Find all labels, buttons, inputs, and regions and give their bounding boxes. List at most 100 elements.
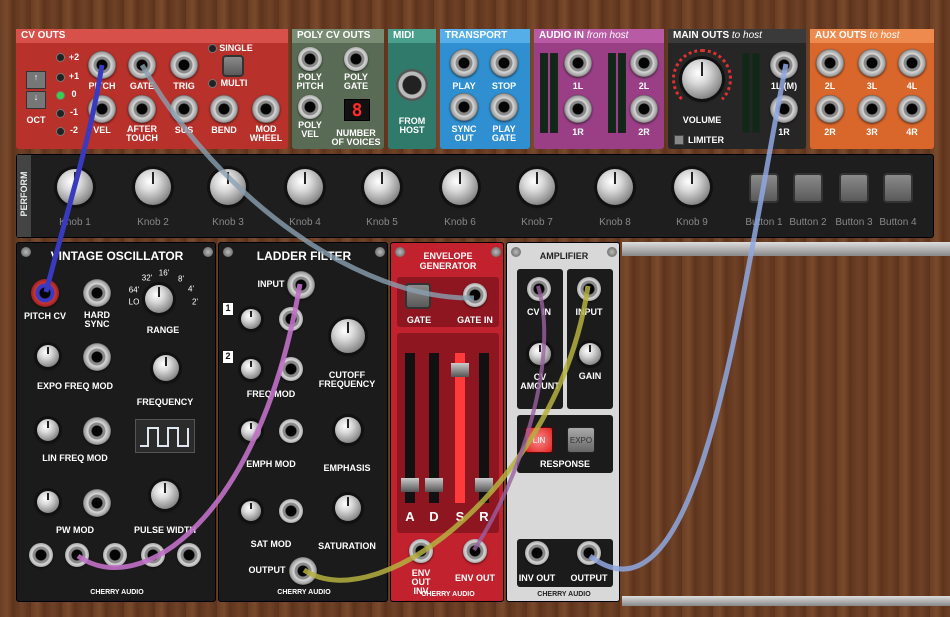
oct-down-button[interactable]: ↓	[26, 91, 46, 109]
cv-amount-knob[interactable]	[529, 343, 551, 365]
triangle-out-jack[interactable]	[177, 543, 201, 567]
perform-knob-3[interactable]	[210, 169, 246, 205]
audio-in-2l-jack[interactable]	[630, 49, 658, 77]
sync-out-jack[interactable]	[450, 93, 478, 121]
aux-3l-jack[interactable]	[858, 49, 886, 77]
perform-knob-4[interactable]	[287, 169, 323, 205]
perform-knob-1[interactable]	[57, 169, 93, 205]
sustain-slider[interactable]	[451, 353, 469, 503]
perform-knob-7[interactable]	[519, 169, 555, 205]
transport-title: TRANSPORT	[440, 29, 530, 43]
perform-knob-6[interactable]	[442, 169, 478, 205]
oct-radio-minus1[interactable]	[56, 109, 65, 118]
filter-output-jack[interactable]	[289, 557, 317, 585]
oct-radio-plus1[interactable]	[56, 73, 65, 82]
main-1r-jack[interactable]	[770, 95, 798, 123]
perform-knob-8[interactable]	[597, 169, 633, 205]
release-slider[interactable]	[475, 353, 493, 503]
single-radio[interactable]	[208, 44, 217, 53]
perform-knob-5[interactable]	[364, 169, 400, 205]
poly-vel-jack[interactable]	[298, 95, 322, 119]
oct-radio-minus2[interactable]	[56, 127, 65, 136]
pitch-cv-jack[interactable]	[31, 279, 59, 307]
trig-jack[interactable]	[170, 51, 198, 79]
pitch-jack[interactable]	[88, 51, 116, 79]
poly-gate-jack[interactable]	[344, 47, 368, 71]
perform-button-3[interactable]	[839, 173, 869, 203]
expo-freq-mod-knob[interactable]	[37, 345, 59, 367]
main-1l-jack[interactable]	[770, 51, 798, 79]
gate-button[interactable]	[405, 283, 431, 309]
poly-pitch-jack[interactable]	[298, 47, 322, 71]
pulse-out-jack[interactable]	[103, 543, 127, 567]
decay-slider[interactable]	[425, 353, 443, 503]
amp-input-jack[interactable]	[577, 277, 601, 301]
lin-freq-mod-jack[interactable]	[83, 417, 111, 445]
aux-4r-jack[interactable]	[898, 95, 926, 123]
gate-in-jack[interactable]	[463, 283, 487, 307]
gate-jack[interactable]	[128, 51, 156, 79]
decay-label: D	[429, 509, 439, 524]
filter-input-jack[interactable]	[287, 271, 315, 299]
multi-radio[interactable]	[208, 79, 217, 88]
aux-3r-jack[interactable]	[858, 95, 886, 123]
oct-radio-0[interactable]	[56, 91, 65, 100]
vel-jack[interactable]	[88, 95, 116, 123]
aux-4l-jack[interactable]	[898, 49, 926, 77]
bend-jack[interactable]	[210, 95, 238, 123]
range-knob[interactable]	[145, 285, 173, 313]
pulse-width-knob[interactable]	[151, 481, 179, 509]
modwheel-jack[interactable]	[252, 95, 280, 123]
ramp-out-jack[interactable]	[65, 543, 89, 567]
aux-2l-jack[interactable]	[816, 49, 844, 77]
sat-mod-knob[interactable]	[241, 501, 261, 521]
cv-in-jack[interactable]	[527, 277, 551, 301]
env-out-jack[interactable]	[463, 539, 487, 563]
hard-sync-jack[interactable]	[83, 279, 111, 307]
perform-button-2[interactable]	[793, 173, 823, 203]
sus-jack[interactable]	[170, 95, 198, 123]
cutoff-knob[interactable]	[331, 319, 365, 353]
perform-button-4[interactable]	[883, 173, 913, 203]
inv-out-jack[interactable]	[525, 541, 549, 565]
oct-radio-plus2[interactable]	[56, 53, 65, 62]
stop-jack[interactable]	[490, 49, 518, 77]
perform-knob-2[interactable]	[135, 169, 171, 205]
oct-up-button[interactable]: ↑	[26, 71, 46, 89]
aux-2r-jack[interactable]	[816, 95, 844, 123]
expo-freq-mod-jack[interactable]	[83, 343, 111, 371]
sat-mod-jack[interactable]	[279, 499, 303, 523]
freq-mod-2-jack[interactable]	[279, 357, 303, 381]
aftertouch-jack[interactable]	[128, 95, 156, 123]
perform-knob-9[interactable]	[674, 169, 710, 205]
emphasis-knob[interactable]	[335, 417, 361, 443]
perform-button-1[interactable]	[749, 173, 779, 203]
lin-button[interactable]: LIN	[525, 427, 553, 453]
sine-out-jack[interactable]	[141, 543, 165, 567]
single-multi-button[interactable]	[222, 55, 244, 77]
screw	[21, 247, 31, 257]
gain-knob[interactable]	[579, 343, 601, 365]
audio-in-1l-jack[interactable]	[564, 49, 592, 77]
audio-in-1r-jack[interactable]	[564, 95, 592, 123]
expo-button[interactable]: EXPO	[567, 427, 595, 453]
play-jack[interactable]	[450, 49, 478, 77]
amp-output-jack[interactable]	[577, 541, 601, 565]
pw-mod-knob[interactable]	[37, 491, 59, 513]
audio-in-2r-jack[interactable]	[630, 95, 658, 123]
attack-slider[interactable]	[401, 353, 419, 503]
emph-mod-knob[interactable]	[241, 421, 261, 441]
freq-mod-1-knob[interactable]	[241, 309, 261, 329]
emph-mod-jack[interactable]	[279, 419, 303, 443]
env-out-inv-jack[interactable]	[409, 539, 433, 563]
freq-mod-1-jack[interactable]	[279, 307, 303, 331]
frequency-knob[interactable]	[153, 355, 179, 381]
saturation-knob[interactable]	[335, 495, 361, 521]
freq-mod-2-knob[interactable]	[241, 359, 261, 379]
voices-display[interactable]: 8	[344, 99, 370, 121]
pw-mod-jack[interactable]	[83, 489, 111, 517]
limiter-checkbox[interactable]	[674, 135, 684, 145]
lin-freq-mod-knob[interactable]	[37, 419, 59, 441]
play-gate-jack[interactable]	[490, 93, 518, 121]
saw-out-jack[interactable]	[29, 543, 53, 567]
